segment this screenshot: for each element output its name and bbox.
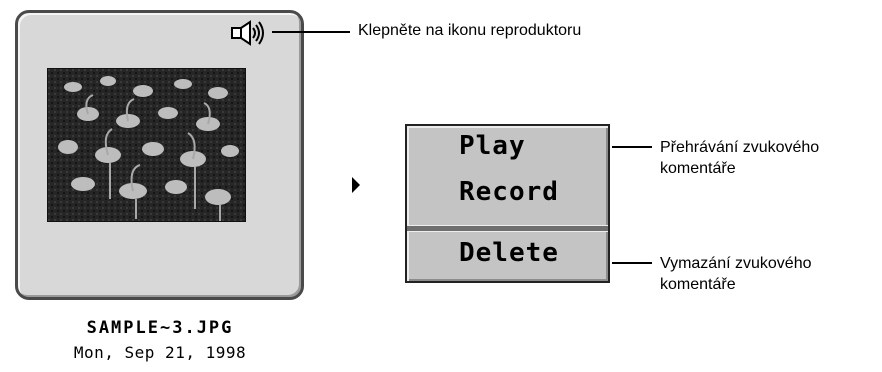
menu-item-delete[interactable]: Delete — [459, 238, 559, 268]
play-callout-line — [612, 146, 652, 148]
arrow-marker-icon — [352, 177, 360, 197]
speaker-callout-line — [272, 31, 350, 33]
delete-callout-text: Vymazání zvukového komentáře — [660, 255, 812, 293]
play-callout-text: Přehrávání zvukového komentáře — [660, 139, 820, 177]
menu-item-play[interactable]: Play — [459, 131, 526, 161]
flamingo-photo — [47, 68, 246, 222]
menu-item-record[interactable]: Record — [459, 177, 559, 207]
speaker-callout-text: Klepněte na ikonu reproduktoru — [358, 22, 582, 39]
file-name: SAMPLE~3.JPG — [86, 318, 234, 338]
file-date: Mon, Sep 21, 1998 — [73, 343, 247, 362]
audio-popup-menu: Play Record Delete — [405, 124, 610, 283]
speaker-icon[interactable] — [230, 20, 268, 46]
delete-callout-line — [612, 262, 652, 264]
menu-divider — [407, 225, 608, 232]
